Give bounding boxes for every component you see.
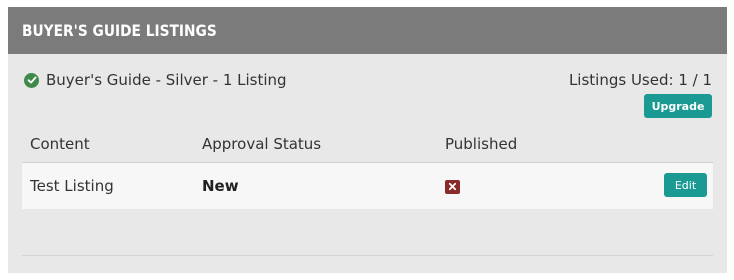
divider [22, 255, 713, 256]
header-content: Content [30, 134, 90, 153]
listings-panel: BUYER'S GUIDE LISTINGS Buyer's Guide - S… [8, 7, 727, 273]
panel-title: BUYER'S GUIDE LISTINGS [22, 21, 217, 40]
plan-summary: Buyer's Guide - Silver - 1 Listing Listi… [8, 67, 727, 95]
listings-table: Content Approval Status Published Test L… [22, 125, 713, 209]
plan-info: Buyer's Guide - Silver - 1 Listing [24, 71, 287, 89]
upgrade-button[interactable]: Upgrade [644, 94, 712, 118]
header-approval-status: Approval Status [202, 134, 322, 153]
row-published [445, 177, 645, 195]
edit-button[interactable]: Edit [664, 173, 707, 197]
table-row: Test Listing New Edit [22, 163, 713, 209]
row-content: Test Listing [30, 177, 114, 195]
plan-name-label: Buyer's Guide - Silver - 1 Listing [46, 71, 287, 89]
panel-header: BUYER'S GUIDE LISTINGS [8, 7, 727, 54]
row-approval-status: New [202, 177, 239, 195]
header-published: Published [445, 134, 518, 153]
x-icon [445, 179, 460, 194]
listings-used-count: Listings Used: 1 / 1 [568, 71, 712, 89]
check-circle-icon [24, 72, 39, 88]
table-header: Content Approval Status Published [22, 125, 713, 163]
